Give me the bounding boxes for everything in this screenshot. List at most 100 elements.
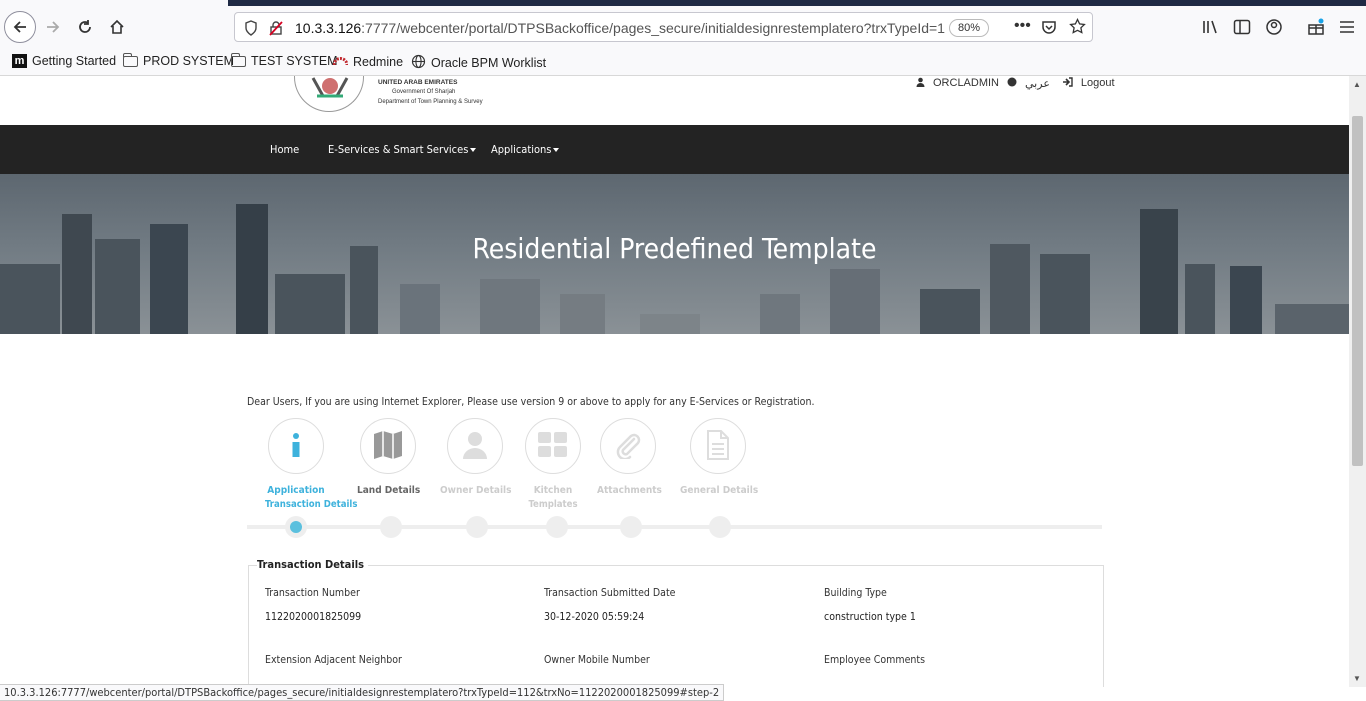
step-label: Owner Details <box>440 485 512 496</box>
step-label: Kitchen <box>533 485 573 496</box>
extensions-gift-icon[interactable] <box>1301 12 1331 42</box>
field-value-submitted-date: 30-12-2020 05:59:24 <box>544 611 645 623</box>
step-dot[interactable] <box>466 516 488 538</box>
bookmarks-bar: m Getting Started PROD SYSTEM TEST SYSTE… <box>0 50 1366 76</box>
paperclip-icon <box>614 431 642 462</box>
field-label-building-type: Building Type <box>824 587 887 599</box>
folder-icon <box>122 52 138 67</box>
logout-link[interactable]: Logout <box>1081 77 1115 89</box>
library-icon[interactable] <box>1196 12 1226 42</box>
info-icon <box>289 432 303 461</box>
caret-down-icon <box>470 148 477 152</box>
grid-icon <box>538 431 568 461</box>
nav-home[interactable]: Home <box>270 143 299 156</box>
skyline-building <box>760 294 800 334</box>
skyline-building <box>400 284 440 334</box>
government-logo[interactable]: UNITED ARAB EMIRATES Government Of Sharj… <box>294 76 483 116</box>
skyline-building <box>1140 209 1178 334</box>
step-sublabel: Templates <box>528 499 578 510</box>
nav-eservices[interactable]: E-Services & Smart Services <box>328 143 477 156</box>
nav-applications[interactable]: Applications <box>491 143 560 156</box>
sidebar-icon[interactable] <box>1227 12 1257 42</box>
account-icon[interactable] <box>1259 12 1289 42</box>
main-navbar: Home E-Services & Smart Services Applica… <box>0 125 1349 174</box>
bookmark-oracle-bpm[interactable]: Oracle BPM Worklist <box>411 54 546 72</box>
username[interactable]: ORCLADMIN <box>933 77 999 89</box>
field-value-transaction-number: 1122020001825099 <box>265 611 362 623</box>
zoom-level-badge[interactable]: 80% <box>949 19 989 37</box>
step-kitchen-templates[interactable]: Kitchen Templates <box>522 418 584 511</box>
url-text[interactable]: 10.3.3.126:7777/webcenter/portal/DTPSBac… <box>295 20 945 36</box>
skyline-building <box>560 294 605 334</box>
bookmark-star-icon[interactable] <box>1069 17 1086 38</box>
step-circle <box>600 418 656 474</box>
globe-language-icon <box>1007 77 1017 90</box>
field-label-owner-mobile: Owner Mobile Number <box>544 654 650 666</box>
step-general-details[interactable]: General Details <box>680 418 759 499</box>
forward-arrow-icon[interactable] <box>38 12 68 42</box>
bookmark-label: Redmine <box>353 54 404 69</box>
user-links: ORCLADMIN عربي Logout <box>916 76 1115 90</box>
bookmark-getting-started[interactable]: m Getting Started <box>12 54 116 68</box>
link-status-bar: 10.3.3.126:7777/webcenter/portal/DTPSBac… <box>0 684 725 701</box>
menu-hamburger-icon[interactable] <box>1332 12 1362 42</box>
bookmark-label: Oracle BPM Worklist <box>431 56 547 70</box>
nav-eservices-label: E-Services & Smart Services <box>328 143 469 156</box>
transaction-details-panel <box>248 565 1104 687</box>
getting-started-icon: m <box>12 54 27 68</box>
step-dot[interactable] <box>620 516 642 538</box>
step-attachments[interactable]: Attachments <box>597 418 662 499</box>
step-dot[interactable] <box>709 516 731 538</box>
browser-toolbar: 10.3.3.126:7777/webcenter/portal/DTPSBac… <box>0 0 1366 50</box>
reload-icon[interactable] <box>70 12 100 42</box>
scrollbar-thumb[interactable] <box>1352 116 1363 466</box>
step-land-details[interactable]: Land Details <box>357 418 420 499</box>
step-label: Attachments <box>597 485 662 496</box>
skyline-building <box>275 274 345 334</box>
title-bar-strip <box>228 0 1366 6</box>
step-sublabel: Transaction Details <box>265 499 358 510</box>
browser-notice: Dear Users, If you are using Internet Ex… <box>247 396 815 408</box>
folder-icon <box>230 52 246 67</box>
map-icon <box>372 429 404 464</box>
bookmark-prod-system[interactable]: PROD SYSTEM <box>122 52 234 68</box>
language-toggle[interactable]: عربي <box>1025 77 1050 90</box>
step-label: Application <box>267 485 325 496</box>
globe-icon <box>411 54 426 72</box>
pocket-icon[interactable] <box>1041 19 1057 38</box>
back-arrow-icon[interactable] <box>4 11 36 43</box>
insecure-lock-icon[interactable] <box>268 20 284 39</box>
field-value-building-type: construction type 1 <box>824 611 916 623</box>
page-title: Residential Predefined Template <box>472 232 877 265</box>
transaction-details-heading: Transaction Details <box>257 558 369 571</box>
skyline-building <box>1040 254 1090 334</box>
step-dot-active[interactable] <box>285 516 307 538</box>
page-scrollbar[interactable]: ▲ ▼ <box>1349 76 1366 687</box>
logo-line-department: Department of Town Planning & Survey <box>378 99 483 105</box>
step-dot[interactable] <box>546 516 568 538</box>
bookmark-test-system[interactable]: TEST SYSTEM <box>230 52 338 68</box>
more-actions-icon[interactable]: ••• <box>1014 17 1031 35</box>
field-label-employee-comments: Employee Comments <box>824 654 925 666</box>
field-label-transaction-number: Transaction Number <box>265 587 360 599</box>
step-circle <box>525 418 581 474</box>
home-icon[interactable] <box>102 12 132 42</box>
url-path: :7777/webcenter/portal/DTPSBackoffice/pa… <box>361 20 945 36</box>
bookmark-label: PROD SYSTEM <box>143 54 234 68</box>
web-page: UNITED ARAB EMIRATES Government Of Sharj… <box>0 76 1349 687</box>
url-bar[interactable]: 10.3.3.126:7777/webcenter/portal/DTPSBac… <box>234 12 1093 42</box>
step-label: General Details <box>680 485 759 496</box>
redmine-icon <box>332 54 349 69</box>
skyline-building <box>0 264 60 334</box>
step-application[interactable]: Application Transaction Details <box>265 418 358 511</box>
bookmark-redmine[interactable]: Redmine <box>332 54 404 69</box>
caret-down-icon <box>553 148 560 152</box>
nav-applications-label: Applications <box>491 143 552 156</box>
user-icon <box>916 77 925 90</box>
scroll-up-arrow-icon[interactable]: ▲ <box>1353 80 1361 89</box>
scroll-down-arrow-icon[interactable]: ▼ <box>1353 674 1361 683</box>
shield-icon[interactable] <box>244 20 258 39</box>
step-owner-details[interactable]: Owner Details <box>440 418 512 499</box>
step-dot[interactable] <box>380 516 402 538</box>
bookmark-label: TEST SYSTEM <box>251 54 338 68</box>
